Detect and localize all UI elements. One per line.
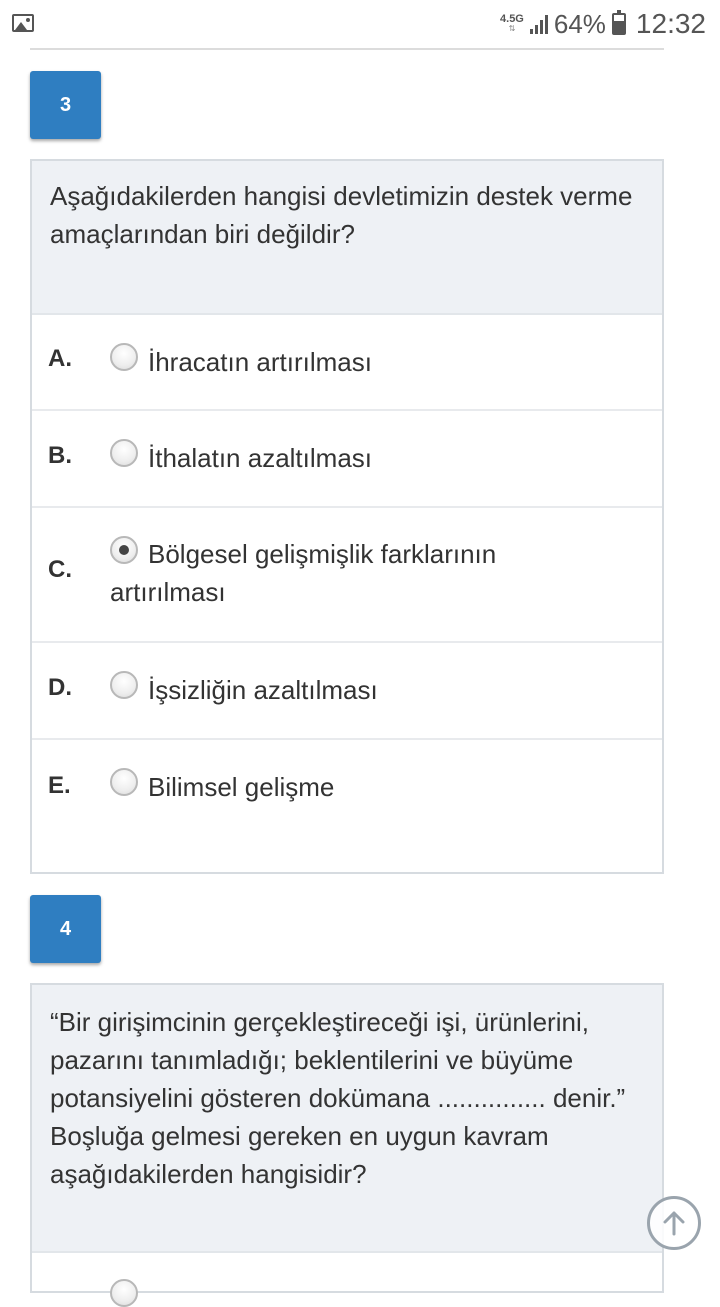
option-letter: C.: [48, 556, 72, 583]
battery-percent: 64%: [553, 8, 606, 39]
radio-button[interactable]: [110, 671, 138, 699]
signal-icon: [529, 14, 548, 34]
status-bar: 4.5G ⇅ 64% 12:32: [0, 0, 720, 48]
option-text: Bilimsel gelişme: [148, 772, 335, 802]
option-text: Bölgesel gelişmişlik farklarının artırıl…: [110, 539, 497, 607]
question-number-badge: 4: [30, 895, 101, 963]
question-card: Aşağıdakilerden hangisi devletimizin des…: [30, 159, 664, 874]
option-b[interactable]: B. İthalatın azaltılması: [32, 411, 662, 508]
option-letter: D.: [48, 674, 72, 701]
status-indicators: 4.5G ⇅ 64% 12:32: [500, 8, 706, 40]
question-text: “Bir girişimcinin gerçekleştireceği işi,…: [32, 985, 662, 1253]
option-e[interactable]: E. Bilimsel gelişme: [32, 740, 662, 872]
gallery-notification-icon: [12, 14, 34, 32]
option-letter: A.: [48, 345, 72, 372]
option-text: İşsizliğin azaltılması: [148, 675, 378, 705]
option-text: İhracatın artırılması: [148, 347, 372, 377]
option-c[interactable]: C. Bölgesel gelişmişlik farklarının artı…: [32, 508, 662, 643]
divider: [30, 48, 664, 50]
scroll-to-top-button[interactable]: [647, 1196, 701, 1250]
clock: 12:32: [635, 8, 706, 39]
question-card: “Bir girişimcinin gerçekleştireceği işi,…: [30, 983, 664, 1307]
question-text: Aşağıdakilerden hangisi devletimizin des…: [32, 161, 662, 315]
arrow-up-icon: [663, 1211, 685, 1236]
network-type: 4.5G ⇅: [500, 13, 524, 34]
option-letter: E.: [48, 772, 71, 799]
radio-button[interactable]: [110, 768, 138, 796]
radio-button[interactable]: [110, 439, 138, 467]
battery-icon: [611, 10, 626, 35]
radio-button[interactable]: [110, 343, 138, 371]
option-text: İthalatın azaltılması: [148, 443, 372, 473]
option-d[interactable]: D. İşsizliğin azaltılması: [32, 643, 662, 740]
question-number-badge: 3: [30, 71, 101, 139]
radio-button[interactable]: [110, 1279, 138, 1307]
option-a[interactable]: A. İhracatın artırılması: [32, 315, 662, 411]
option-a[interactable]: [32, 1253, 662, 1307]
option-letter: B.: [48, 442, 72, 469]
